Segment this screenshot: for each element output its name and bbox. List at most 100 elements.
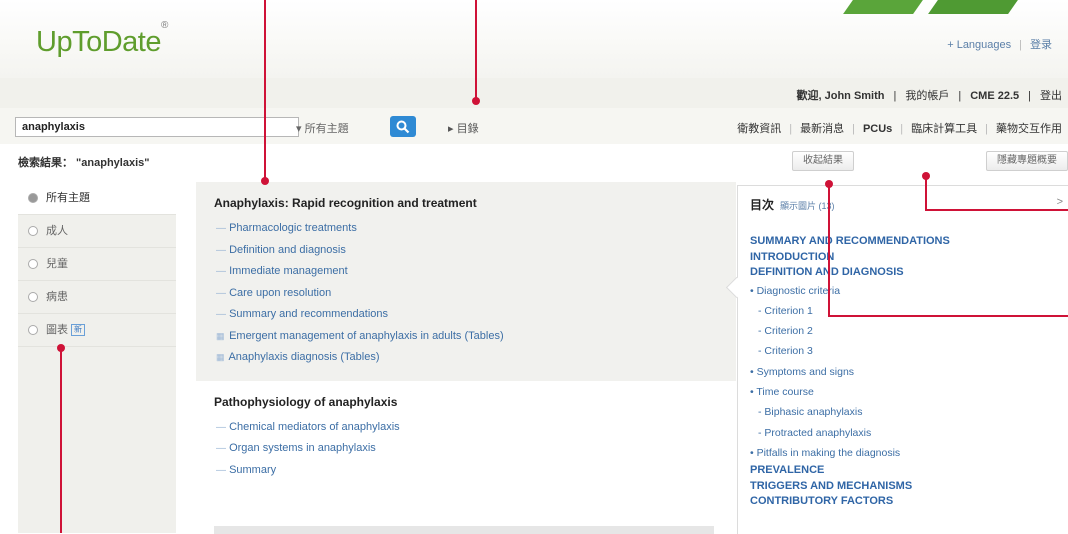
bullet-icon: — <box>216 421 226 433</box>
radio-icon <box>28 325 38 336</box>
header-decoration <box>828 0 1068 14</box>
result-table-link[interactable]: ▦ Anaphylaxis diagnosis (Tables) <box>214 347 718 369</box>
result-section-link[interactable]: — Definition and diagnosis <box>214 240 718 262</box>
result-section-link[interactable]: — Chemical mediators of anaphylaxis <box>214 417 718 439</box>
toc-item[interactable]: - Criterion 2 <box>750 321 1060 341</box>
top-link-drug-interactions[interactable]: 藥物交互作用 <box>996 123 1062 135</box>
search-scope-dropdown[interactable]: ▾ 所有主題 <box>296 120 349 136</box>
top-link-calculators[interactable]: 臨床計算工具 <box>911 123 977 135</box>
toc-item[interactable]: • Diagnostic criteria <box>750 281 1060 301</box>
toc-list: SUMMARY AND RECOMMENDATIONS INTRODUCTION… <box>750 234 1060 510</box>
bullet-icon: — <box>216 223 226 234</box>
result-section-link[interactable]: — Pharmacologic treatments <box>214 218 718 240</box>
toc-item[interactable]: • Symptoms and signs <box>750 362 1060 382</box>
toc-item[interactable]: • Time course <box>750 382 1060 402</box>
toc-item[interactable]: TRIGGERS AND MECHANISMS <box>750 479 1060 495</box>
toc-item[interactable]: DEFINITION AND DIAGNOSIS <box>750 265 1060 281</box>
callout-dot-contents <box>472 97 480 105</box>
collapse-results-button[interactable]: 收起結果 <box>792 151 854 171</box>
toc-item[interactable]: - Criterion 3 <box>750 341 1060 361</box>
search-results-label: 檢索結果： "anaphylaxis" <box>18 157 150 169</box>
filter-label: 所有主題 <box>46 192 90 204</box>
filter-graphics[interactable]: 圖表新 <box>18 314 176 347</box>
welcome-text: 歡迎, John Smith <box>796 90 885 102</box>
filter-patient[interactable]: 病患 <box>18 281 176 314</box>
bullet-icon: — <box>216 287 226 299</box>
radio-icon <box>28 292 38 303</box>
cme-credits-link[interactable]: CME 22.5 <box>970 90 1019 102</box>
search-input[interactable]: anaphylaxis <box>15 117 299 137</box>
filter-all-topics[interactable]: 所有主題 <box>18 182 176 215</box>
callout-line-tools <box>925 176 927 211</box>
callout-line-tools-h <box>925 209 1068 211</box>
results-row: 檢索結果： "anaphylaxis" 收起結果 隱藏專題概要 <box>0 144 1068 178</box>
filter-label: 兒童 <box>46 258 68 270</box>
logo-registered-mark: ® <box>160 20 168 32</box>
result-section-link[interactable]: — Care upon resolution <box>214 283 718 305</box>
callout-line-filters <box>60 348 62 533</box>
search-bar: anaphylaxis ▾ 所有主題 ▸ 目錄 衛教資訊 | 最新消息 | PCUs | 臨… <box>0 108 1068 145</box>
filter-label: 病患 <box>46 291 68 303</box>
bullet-icon: — <box>216 244 226 256</box>
logout-link[interactable]: 登出 <box>1040 90 1062 102</box>
toc-close-button[interactable]: > <box>1057 196 1063 208</box>
result-section-link[interactable]: — Organ systems in anaphylaxis <box>214 438 718 460</box>
result-section-link[interactable]: — Summary and recommendations <box>214 304 718 326</box>
uptodate-logo[interactable]: UpToDate® <box>36 20 168 59</box>
toc-item[interactable]: PREVALENCE <box>750 463 1060 479</box>
bullet-icon: — <box>216 464 226 476</box>
result-table-link[interactable]: ▦ Emergent management of anaphylaxis in … <box>214 326 718 348</box>
result-section-link[interactable]: — Summary <box>214 460 718 482</box>
languages-link[interactable]: + Languages <box>947 39 1011 51</box>
search-icon <box>396 120 410 134</box>
toc-item[interactable]: • Pitfalls in making the diagnosis <box>750 443 1060 463</box>
callout-line-collapse-h <box>828 315 1068 317</box>
toc-item[interactable]: - Criterion 1 <box>750 301 1060 321</box>
toc-item[interactable]: - Biphasic anaphylaxis <box>750 402 1060 422</box>
login-link[interactable]: 登录 <box>1030 39 1052 51</box>
toc-item[interactable]: - Protracted anaphylaxis <box>750 423 1060 443</box>
top-link-pcus[interactable]: PCUs <box>863 123 892 135</box>
bullet-icon: — <box>216 443 226 454</box>
show-images-link[interactable]: 顯示圖片 (13) <box>780 201 835 211</box>
hide-summary-button[interactable]: 隱藏專題概要 <box>986 151 1068 171</box>
green-tab-right <box>928 0 1018 14</box>
contents-link[interactable]: ▸ 目錄 <box>448 120 479 136</box>
callout-dot-results <box>261 177 269 185</box>
green-tab-left <box>843 0 923 14</box>
result-item: Pathophysiology of anaphylaxis — Chemica… <box>196 381 736 494</box>
toc-item[interactable]: CONTRIBUTORY FACTORS <box>750 494 1060 510</box>
result-item: Anaphylaxis: Rapid recognition and treat… <box>196 182 736 381</box>
result-title[interactable]: Pathophysiology of anaphylaxis <box>214 395 718 409</box>
bullet-icon: — <box>216 309 226 320</box>
callout-dot-tools <box>922 172 930 180</box>
callout-dot-collapse <box>825 180 833 188</box>
callout-line-collapse <box>828 184 830 317</box>
header-bar: UpToDate® + Languages | 登录 <box>0 0 1068 79</box>
table-icon: ▦ <box>216 352 225 362</box>
callout-line-contents <box>475 0 477 101</box>
logo-text: UpToDate <box>36 26 161 58</box>
search-button[interactable] <box>390 116 416 137</box>
table-icon: ▦ <box>216 330 225 341</box>
my-account-link[interactable]: 我的帳戶 <box>905 90 949 102</box>
result-section-link[interactable]: — Immediate management <box>214 261 718 283</box>
callout-line-results <box>264 0 266 181</box>
filter-adult[interactable]: 成人 <box>18 215 176 248</box>
radio-icon <box>28 193 38 204</box>
top-link-patient-info[interactable]: 衛教資訊 <box>737 123 781 135</box>
radio-icon <box>28 259 38 270</box>
filter-label: 成人 <box>46 225 68 237</box>
result-title[interactable]: Anaphylaxis: Rapid recognition and treat… <box>214 196 718 210</box>
toc-item[interactable]: INTRODUCTION <box>750 250 1060 266</box>
toc-item[interactable]: SUMMARY AND RECOMMENDATIONS <box>750 234 1060 250</box>
bullet-icon: — <box>216 266 226 277</box>
toc-header: 目次 顯示圖片 (13) <box>750 196 835 213</box>
result-list: Anaphylaxis: Rapid recognition and treat… <box>196 182 736 534</box>
toc-panel: 目次 顯示圖片 (13) > SUMMARY AND RECOMMENDATION… <box>725 185 1068 534</box>
callout-dot-filters <box>57 344 65 352</box>
top-link-whats-new[interactable]: 最新消息 <box>800 123 844 135</box>
top-nav-links: 衛教資訊 | 最新消息 | PCUs | 臨床計算工具 | 藥物交互作用 <box>737 123 1062 135</box>
filter-pediatric[interactable]: 兒童 <box>18 248 176 281</box>
filter-label: 圖表 <box>46 324 68 336</box>
